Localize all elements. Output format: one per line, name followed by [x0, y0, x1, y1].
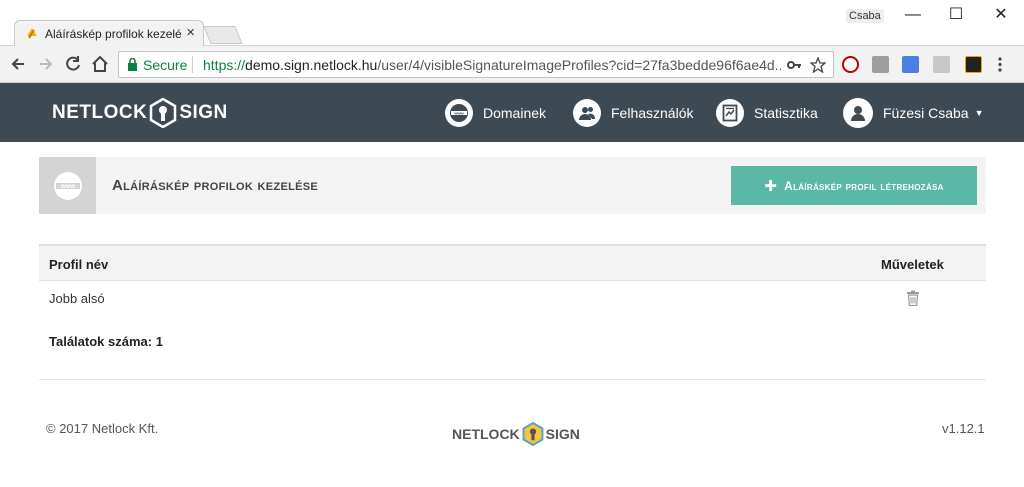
svg-text:www: www [59, 184, 74, 190]
page-header-icon-box: www [39, 157, 96, 214]
secure-label: Secure [143, 57, 188, 73]
extension-k-icon[interactable] [965, 56, 982, 73]
nav-label-felhasznalok: Felhasználók [611, 105, 694, 121]
content-divider [39, 379, 986, 380]
url-domain: demo.sign.netlock.hu [245, 57, 378, 73]
netlock-sign-logo[interactable]: NETLOCK SIGN [52, 98, 228, 128]
new-tab-button[interactable] [203, 26, 243, 44]
lock-icon [128, 57, 137, 71]
result-count: Találatok száma: 1 [49, 334, 163, 349]
create-profile-label: Aláíráskép profil létrehozása [784, 178, 944, 193]
user-avatar-icon [843, 98, 873, 128]
statistics-icon [716, 99, 744, 127]
minimize-icon[interactable]: — [890, 3, 936, 27]
nav-felhasznalok[interactable]: Felhasználók [573, 98, 694, 128]
nav-label-domainek: Domainek [483, 105, 547, 121]
footer-copyright: © 2017 Netlock Kft. [46, 421, 159, 436]
browser-titlebar: Aláíráskép profilok kezelése × Csaba — ☐… [0, 0, 1024, 46]
svg-text:www: www [453, 111, 464, 116]
app-navbar: NETLOCK SIGN www Domainek Felhasználók S… [0, 83, 1024, 142]
trash-icon[interactable] [906, 290, 920, 306]
chevron-down-icon: ▼ [974, 108, 984, 118]
browser-tab[interactable]: Aláíráskép profilok kezelése × [14, 20, 204, 46]
profiles-table: Profil név Műveletek Jobb alsó [39, 244, 986, 317]
footer-shield-icon [522, 422, 544, 446]
reload-icon[interactable] [63, 54, 83, 74]
nav-statisztika[interactable]: Statisztika [716, 98, 818, 128]
footer-logo-right: SIGN [545, 426, 580, 442]
create-profile-button[interactable]: ✚ Aláíráskép profil létrehozása [731, 166, 977, 205]
browser-toolbar: Secure https://demo.sign.netlock.hu/user… [0, 46, 1024, 83]
url-prefix: https:// [203, 57, 246, 73]
extension-gray-icon[interactable] [872, 56, 889, 73]
nav-label-statisztika: Statisztika [754, 105, 818, 121]
url-separator [192, 56, 193, 73]
table-row[interactable]: Jobb alsó [39, 281, 986, 317]
www-icon: www [445, 99, 473, 127]
forward-arrow-icon[interactable] [36, 54, 56, 74]
users-icon [573, 99, 601, 127]
url-path: /user/4/visibleSignatureImageProfiles?ci… [377, 57, 781, 73]
profile-name-cell: Jobb alsó [49, 291, 105, 306]
key-icon[interactable] [786, 57, 802, 73]
table-header: Profil név Műveletek [39, 244, 986, 281]
browser-profile-label[interactable]: Csaba [846, 9, 884, 23]
footer-logo: NETLOCK SIGN [452, 422, 580, 446]
column-header-name[interactable]: Profil név [49, 257, 108, 272]
url-text[interactable]: https://demo.sign.netlock.hu/user/4/visi… [203, 57, 781, 73]
maximize-icon[interactable]: ☐ [933, 3, 979, 27]
app-version: v1.12.1 [942, 421, 985, 436]
logo-text-left: NETLOCK [52, 102, 148, 123]
logo-text-right: SIGN [179, 102, 228, 123]
page-title: Aláíráskép profilok kezelése [112, 177, 319, 194]
footer-logo-left: NETLOCK [452, 426, 520, 442]
browser-menu-icon[interactable] [997, 56, 1003, 73]
user-menu[interactable]: Füzesi Csaba ▼ [843, 98, 984, 128]
extension-adblock-icon[interactable] [842, 56, 859, 73]
secure-indicator[interactable]: Secure [127, 57, 187, 73]
extension-translate-icon[interactable] [902, 56, 919, 73]
netlock-favicon-icon [27, 28, 37, 39]
user-name: Füzesi Csaba [883, 105, 969, 121]
www-icon: www [53, 171, 82, 200]
shield-logo-icon [150, 98, 177, 128]
nav-domainek[interactable]: www Domainek [445, 98, 546, 128]
bookmark-star-icon[interactable] [810, 57, 826, 73]
tab-close-icon[interactable]: × [186, 24, 195, 41]
address-bar[interactable]: Secure https://demo.sign.netlock.hu/user… [118, 51, 834, 78]
close-window-icon[interactable]: ✕ [978, 3, 1024, 27]
tab-title: Aláíráskép profilok kezelése [45, 27, 181, 41]
extension-drive-icon[interactable] [933, 56, 950, 73]
page-header: www Aláíráskép profilok kezelése ✚ Aláír… [39, 157, 986, 214]
plus-icon: ✚ [764, 177, 778, 195]
home-icon[interactable] [90, 54, 110, 74]
back-arrow-icon[interactable] [8, 54, 28, 74]
column-header-actions: Műveletek [881, 257, 944, 272]
